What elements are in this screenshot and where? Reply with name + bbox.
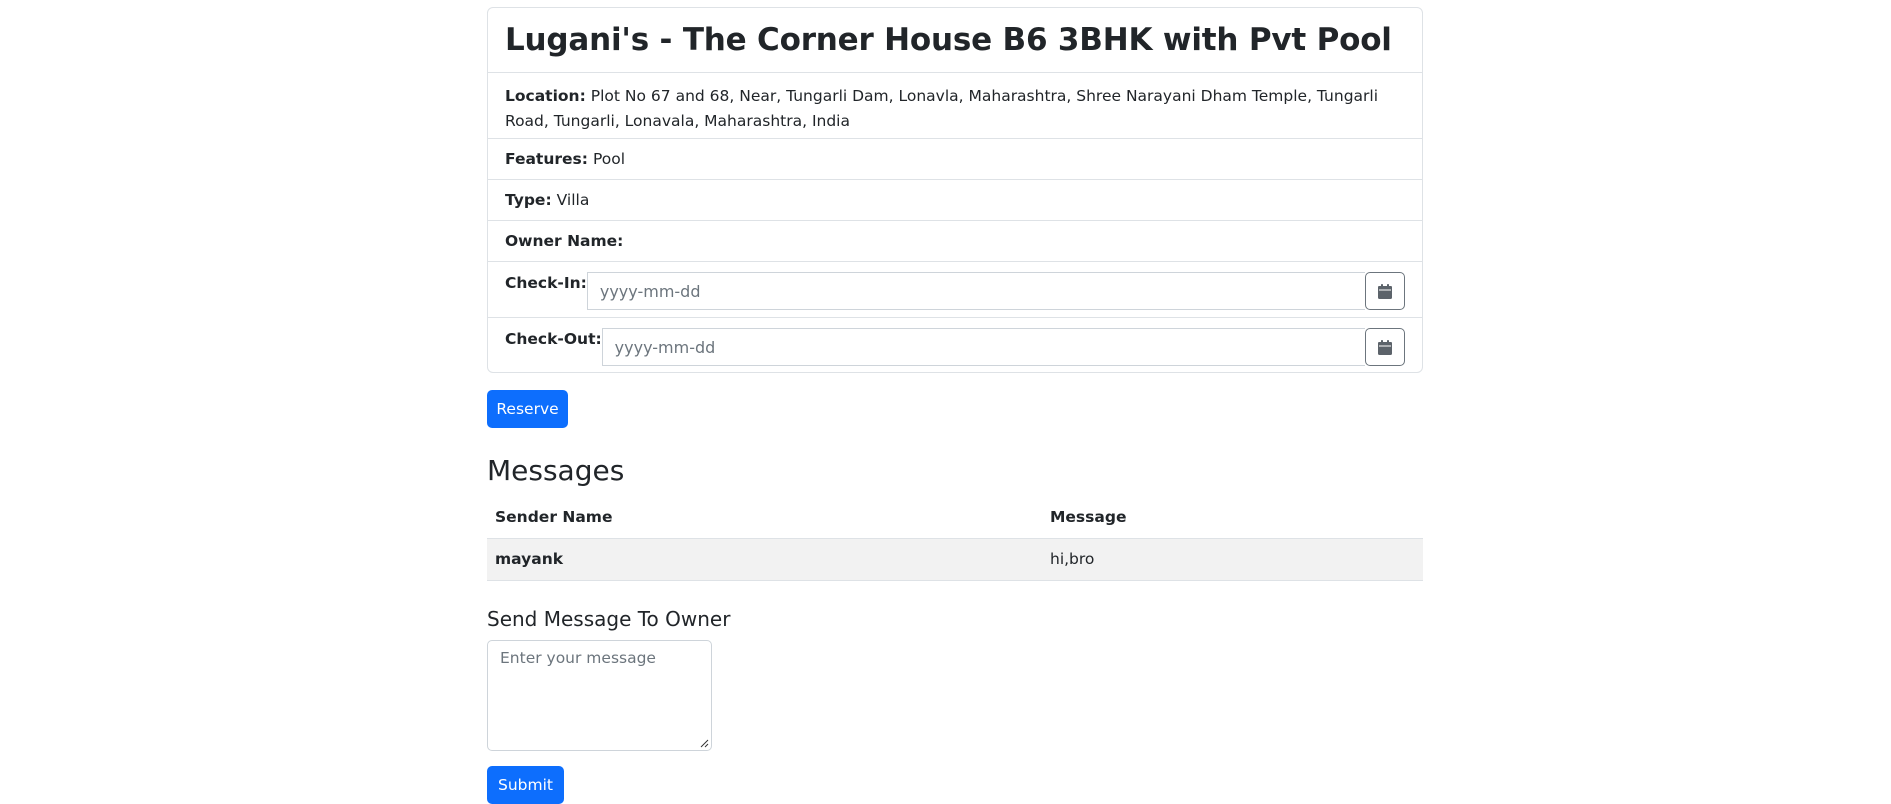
listing-header: Lugani's - The Corner House B6 3BHK with… xyxy=(488,8,1422,73)
checkin-input[interactable]: yyyy-mm-dd xyxy=(586,272,1365,310)
calendar-icon xyxy=(1378,339,1392,355)
message-cell: hi,bro xyxy=(1050,550,1095,568)
features-row: Features: Pool xyxy=(488,139,1422,180)
owner-row: Owner Name: xyxy=(488,221,1422,262)
table-row: mayank hi,bro xyxy=(487,538,1423,580)
send-message-heading: Send Message To Owner xyxy=(487,606,731,631)
message-textarea[interactable]: Enter your message xyxy=(487,639,712,751)
messages-table: Sender Name Message mayank hi,bro xyxy=(487,497,1423,581)
features-value: Pool xyxy=(592,150,626,168)
features-label: Features: xyxy=(505,150,588,168)
type-row: Type: Villa xyxy=(488,180,1422,221)
location-value: Plot No 67 and 68, Near, Tungarli Dam, L… xyxy=(505,87,1379,130)
checkin-group: yyyy-mm-dd xyxy=(586,272,1405,310)
page-container: Lugani's - The Corner House B6 3BHK with… xyxy=(487,0,1423,804)
reserve-button[interactable]: Reserve xyxy=(487,390,568,428)
column-header-sender: Sender Name xyxy=(495,508,613,527)
checkout-group: yyyy-mm-dd xyxy=(601,328,1405,366)
checkout-calendar-button[interactable] xyxy=(1365,328,1405,366)
table-header-row: Sender Name Message xyxy=(487,497,1423,538)
submit-button[interactable]: Submit xyxy=(487,765,564,804)
checkin-row: Check-In: yyyy-mm-dd xyxy=(488,262,1422,318)
messages-heading: Messages xyxy=(487,454,625,487)
column-header-message: Message xyxy=(1050,508,1127,527)
sender-cell: mayank xyxy=(495,550,564,568)
checkin-label: Check-In: xyxy=(505,274,587,292)
checkout-input[interactable]: yyyy-mm-dd xyxy=(601,328,1365,366)
listing-card: Lugani's - The Corner House B6 3BHK with… xyxy=(487,7,1423,373)
resize-handle-icon[interactable] xyxy=(699,738,709,748)
type-value: Villa xyxy=(556,191,590,209)
listing-title: Lugani's - The Corner House B6 3BHK with… xyxy=(505,22,1392,58)
checkout-row: Check-Out: yyyy-mm-dd xyxy=(488,318,1422,372)
checkin-calendar-button[interactable] xyxy=(1365,272,1405,310)
type-label: Type: xyxy=(505,191,552,209)
location-row: Location: Plot No 67 and 68, Near, Tungar… xyxy=(488,73,1422,139)
location-label: Location: xyxy=(505,87,586,105)
owner-label: Owner Name: xyxy=(505,232,624,250)
calendar-icon xyxy=(1378,283,1392,299)
checkout-label: Check-Out: xyxy=(505,330,602,348)
message-placeholder: Enter your message xyxy=(500,648,656,667)
